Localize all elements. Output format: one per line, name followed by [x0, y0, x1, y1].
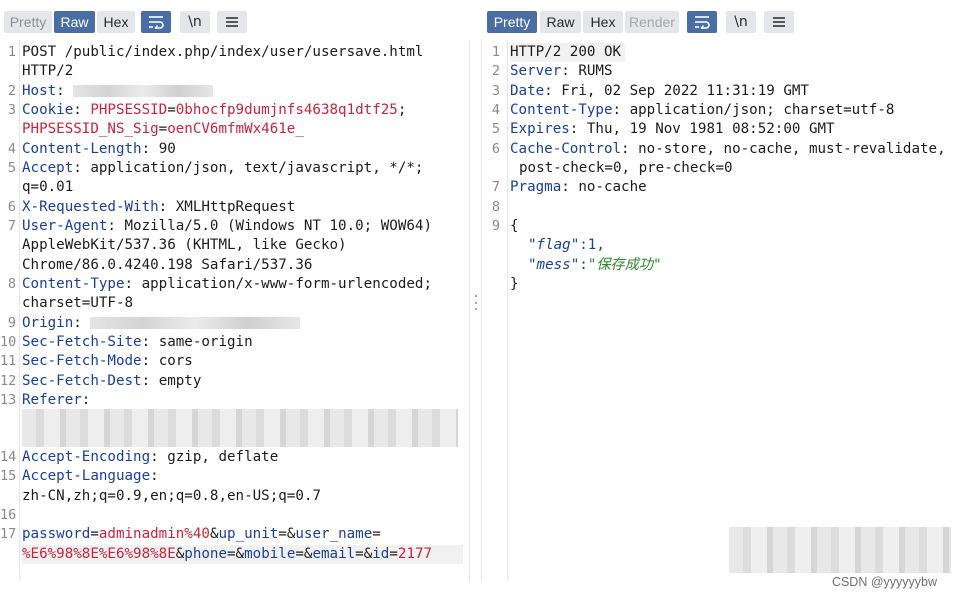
request-line: Sec-Fetch-Dest: empty	[22, 372, 202, 389]
response-editor[interactable]: 1 2 3 4 5 6 7 8 9 HTTP/2 200 OK Server: …	[481, 40, 953, 580]
request-line: Referer:	[22, 392, 91, 408]
line-number: 4	[7, 140, 16, 157]
request-line: zh-CN,zh;q=0.9,en;q=0.8,en-US;q=0.7	[22, 487, 321, 504]
line-number: 6	[491, 140, 500, 157]
line-number: 17	[0, 526, 17, 543]
response-line: Expires: Thu, 19 Nov 1981 08:52:00 GMT	[510, 121, 835, 138]
newline-toggle-icon[interactable]: \n	[726, 11, 756, 33]
response-line: Pragma: no-cache	[510, 179, 647, 196]
text-wrap-icon[interactable]	[687, 11, 717, 33]
line-number: 9	[491, 218, 500, 234]
text-wrap-icon[interactable]	[141, 11, 171, 33]
redacted-referer	[22, 409, 458, 447]
request-line: HTTP/2	[22, 63, 74, 80]
pane-splitter[interactable]	[470, 0, 481, 598]
line-number: 7	[7, 218, 16, 234]
request-tab-pretty[interactable]: Pretty	[4, 11, 52, 33]
request-line: Accept-Encoding: gzip, deflate	[22, 449, 279, 465]
request-editor[interactable]: 1 2 3 4 5 6 7 8 9 10 11 12 13 14 15 16 1…	[0, 40, 470, 580]
request-body-line: password=adminadmin%40&up_unit=&user_nam…	[22, 526, 381, 543]
request-line: POST /public/index.php/index/user/usersa…	[22, 44, 424, 60]
response-json-line: }	[510, 276, 519, 292]
line-number: 3	[491, 82, 500, 99]
line-number: 2	[491, 63, 500, 80]
response-tab-pretty[interactable]: Pretty	[487, 11, 537, 33]
line-number: 12	[0, 372, 17, 389]
line-number: 3	[7, 102, 16, 118]
response-tab-render[interactable]: Render	[625, 11, 679, 33]
redacted-area	[729, 527, 951, 573]
request-line: Sec-Fetch-Mode: cors	[22, 353, 193, 370]
request-line: Content-Length: 90	[22, 140, 176, 157]
redacted-origin	[90, 316, 301, 329]
line-number: 10	[0, 334, 17, 350]
watermark: CSDN @yyyyyybw	[831, 575, 937, 589]
line-number: 5	[491, 121, 500, 138]
newline-toggle-icon[interactable]: \n	[180, 11, 210, 33]
request-line: PHPSESSID_NS_Sig=oenCV6mfmWx461e_	[22, 121, 304, 138]
line-number: 2	[7, 82, 16, 99]
line-number: 1	[491, 44, 500, 60]
request-line: Host:	[22, 82, 465, 101]
request-body-line: %E6%98%8E%E6%98%8E&phone=&mobile=&email=…	[22, 544, 463, 565]
line-number: 1	[7, 44, 16, 60]
splitter-grip-icon[interactable]	[474, 295, 477, 310]
response-line: post-check=0, pre-check=0	[519, 160, 733, 176]
line-number: 8	[7, 276, 16, 292]
line-number: 14	[0, 449, 17, 465]
response-line: Server: RUMS	[510, 63, 613, 80]
line-number: 6	[7, 198, 16, 215]
request-line: Sec-Fetch-Site: same-origin	[22, 334, 253, 350]
response-pane: Pretty Raw Hex Render \n 1 2 3 4 5 6 7 8…	[481, 0, 953, 598]
request-line: User-Agent: Mozilla/5.0 (Windows NT 10.0…	[22, 218, 433, 234]
line-number: 16	[0, 507, 17, 523]
request-toolbar: Pretty Raw Hex \n	[0, 7, 470, 37]
line-number: 9	[7, 314, 16, 331]
line-number: 8	[491, 198, 500, 215]
line-number: 7	[491, 179, 500, 196]
hamburger-menu-icon[interactable]	[764, 11, 794, 33]
request-line: Chrome/86.0.4240.198 Safari/537.36	[22, 256, 313, 273]
line-number: 13	[0, 392, 17, 408]
request-line: Origin:	[22, 314, 465, 333]
line-number: 11	[0, 353, 17, 370]
response-tab-hex[interactable]: Hex	[583, 11, 623, 33]
request-line: charset=UTF-8	[22, 295, 134, 312]
response-json-line: "flag":1,	[528, 237, 605, 254]
response-json-line: "mess":"保存成功"	[528, 256, 662, 273]
request-line: Cookie: PHPSESSID=0bhocfp9dumjnfs4638q1d…	[22, 102, 407, 118]
response-status-line: HTTP/2 200 OK	[510, 43, 626, 63]
response-line: Date: Fri, 02 Sep 2022 11:31:19 GMT	[510, 82, 809, 99]
response-line: Content-Type: application/json; charset=…	[510, 102, 895, 118]
request-line: q=0.01	[22, 179, 74, 196]
request-line: X-Requested-With: XMLHttpRequest	[22, 198, 296, 215]
response-json-line: {	[510, 218, 519, 234]
redacted-host	[73, 84, 214, 97]
response-tab-raw[interactable]: Raw	[540, 11, 581, 33]
hamburger-menu-icon[interactable]	[217, 11, 247, 33]
request-line: Content-Type: application/x-www-form-url…	[22, 276, 433, 292]
response-toolbar: Pretty Raw Hex Render \n	[481, 7, 953, 37]
request-tab-raw[interactable]: Raw	[54, 11, 95, 33]
line-number: 15	[0, 468, 17, 485]
line-number: 4	[491, 102, 500, 118]
line-number: 5	[7, 160, 16, 176]
request-tab-hex[interactable]: Hex	[97, 11, 135, 33]
request-line: Accept: application/json, text/javascrip…	[22, 160, 424, 176]
response-line: Cache-Control: no-store, no-cache, must-…	[510, 140, 946, 157]
request-line: Accept-Language:	[22, 468, 159, 485]
request-line: AppleWebKit/537.36 (KHTML, like Gecko)	[22, 237, 347, 254]
request-pane: Pretty Raw Hex \n 1 2 3 4 5 6 7 8 9 10 1…	[0, 0, 470, 598]
